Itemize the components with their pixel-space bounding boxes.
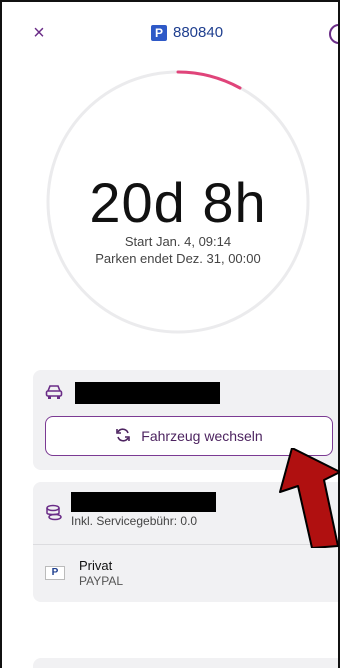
parking-duration: 20d 8h: [89, 171, 267, 234]
switch-vehicle-label: Fahrzeug wechseln: [141, 428, 263, 444]
parking-icon: P: [151, 24, 167, 41]
redacted-license-plate: [75, 382, 220, 404]
service-fee: Inkl. Servicegebühr: 0.0: [71, 514, 198, 528]
refresh-icon: [115, 427, 131, 446]
app-frame: × P 880840 i 20d 8h Start Jan. 4, 09:14 …: [0, 0, 340, 668]
end-time: Parken endet Dez. 31, 00:00: [95, 251, 261, 266]
car-icon: [45, 384, 63, 405]
start-time: Start Jan. 4, 09:14: [124, 234, 232, 249]
payment-method-type[interactable]: PAYPAL: [79, 574, 123, 588]
annotation-arrow: [279, 448, 340, 548]
redacted-price: [71, 492, 216, 512]
zone-indicator: P 880840: [151, 24, 223, 41]
close-icon[interactable]: ×: [30, 23, 48, 43]
payment-method-name[interactable]: Privat: [79, 558, 112, 573]
info-icon[interactable]: i: [329, 24, 338, 44]
header: × P 880840 i: [2, 2, 338, 66]
bottom-card: [33, 658, 338, 668]
parking-timer: 20d 8h Start Jan. 4, 09:14 Parken endet …: [44, 68, 312, 336]
zone-number: 880840: [173, 24, 224, 41]
coins-icon: [45, 504, 63, 527]
paypal-icon: P: [45, 566, 65, 580]
progress-arc: [176, 70, 242, 90]
